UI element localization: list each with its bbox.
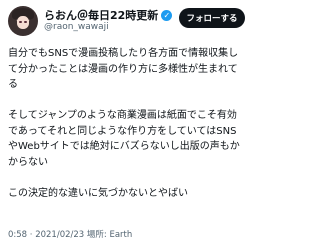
tweet-line: そしてジャンプのような商業漫画は紙面でこそ有効 — [8, 110, 237, 121]
avatar-eye-left — [19, 21, 22, 23]
tweet-line: からない — [8, 156, 48, 168]
check-badge-icon: ✓ — [161, 9, 173, 21]
tweet-text: 自分でもSNSで漫画投稿したり各方面で情報収集し て分かったことは漫画の作り方に… — [8, 46, 246, 201]
tweet-line: やWebサイトでは絶対にバズらないし出版の声もか — [8, 141, 240, 152]
tweet-line: 自分でもSNSで漫画投稿したり各方面で情報収集し — [8, 48, 239, 59]
author-handle[interactable]: @raon_wawaji — [44, 22, 109, 32]
avatar[interactable] — [8, 6, 38, 36]
avatar-eye-right — [24, 21, 27, 23]
tweet-line: る — [8, 79, 18, 90]
tweet-line: て分かったことは漫画の作り方に多様性が生まれて — [8, 63, 238, 75]
tweet-line: であってそれと同じような作り方をしていてはSNS — [8, 125, 237, 137]
display-name[interactable]: らおん＠毎日22時更新 — [44, 7, 158, 23]
tweet-timestamp[interactable]: 0:58 · 2021/02/23 場所: Earth — [8, 228, 132, 240]
author-name-row[interactable]: らおん＠毎日22時更新 ✓ — [44, 7, 173, 23]
follow-button[interactable]: フォローする — [179, 8, 245, 28]
tweet-line: この決定的な違いに気づかないとやばい — [8, 187, 188, 199]
